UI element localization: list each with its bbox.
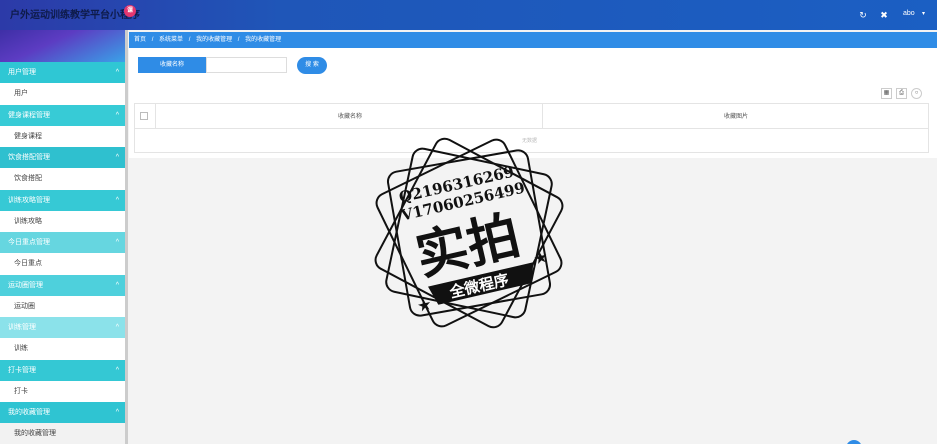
breadcrumb-current: 我的收藏管理 — [245, 37, 282, 43]
sidebar-group[interactable]: 健身课程管理 ^ — [0, 104, 125, 126]
breadcrumb-system-menu[interactable]: 系统菜单 — [159, 37, 183, 43]
fullscreen-icon[interactable]: ✖ — [879, 10, 889, 20]
chevron-up-icon: ^ — [115, 111, 119, 119]
breadcrumb-home[interactable]: 首页 — [134, 37, 146, 43]
user-menu[interactable]: abo — [903, 10, 915, 17]
sidebar-item[interactable]: 打卡 — [0, 380, 125, 402]
sidebar-group-label: 我的收藏管理 — [8, 409, 50, 416]
watermark-stamp: Q2196316269 V17060256499 实拍 全微程序 ★ ★ — [374, 137, 564, 329]
print-icon[interactable]: ⎙ — [896, 88, 907, 99]
breadcrumb-favorites-manage[interactable]: 我的收藏管理 — [196, 37, 232, 43]
columns-icon[interactable]: ▦ — [881, 88, 892, 99]
chevron-down-icon[interactable]: ▾ — [922, 10, 925, 17]
sidebar-group[interactable]: 运动圈管理 ^ — [0, 274, 125, 296]
app-title: 户外运动训练教学平台小程序 — [10, 10, 140, 21]
sidebar-group-label: 训练攻略管理 — [8, 196, 50, 204]
chevron-up-icon: ^ — [115, 324, 119, 331]
search-label: 收藏名称 — [138, 57, 206, 73]
select-all-checkbox[interactable] — [140, 112, 148, 120]
sidebar-group[interactable]: 训练管理 ^ — [0, 317, 125, 338]
column-header-name[interactable]: 收藏名称 — [338, 111, 362, 120]
sidebar-group-label: 打卡管理 — [8, 366, 36, 374]
sidebar-group[interactable]: 训练攻略管理 ^ — [0, 189, 125, 211]
breadcrumb-sep: / — [237, 37, 240, 43]
breadcrumb-sep: / — [151, 37, 154, 43]
sidebar-item[interactable]: 训练 — [0, 338, 125, 359]
sidebar-group-label: 健身课程管理 — [8, 111, 50, 119]
sidebar-group[interactable]: 饮食搭配管理 ^ — [0, 147, 125, 168]
chevron-up-icon: ^ — [115, 196, 119, 204]
export-icon[interactable]: ○ — [911, 88, 922, 99]
sidebar-group-label: 今日重点管理 — [8, 239, 50, 246]
top-header — [0, 0, 937, 30]
sidebar-group-label: 训练管理 — [8, 324, 36, 331]
sidebar-group-label: 用户管理 — [8, 69, 36, 76]
chevron-up-icon: ^ — [115, 69, 119, 76]
sidebar-item[interactable]: 饮食搭配 — [0, 168, 125, 189]
sidebar-item[interactable]: 健身课程 — [0, 125, 125, 147]
table-header — [134, 103, 929, 129]
search-input[interactable] — [206, 57, 287, 73]
sidebar-group[interactable]: 打卡管理 ^ — [0, 359, 125, 381]
sidebar-banner — [0, 30, 125, 62]
sidebar-item[interactable]: 我的收藏管理 — [0, 423, 125, 444]
sidebar-item[interactable]: 用户 — [0, 83, 125, 104]
chevron-up-icon: ^ — [115, 239, 119, 246]
refresh-icon[interactable]: ↻ — [858, 10, 868, 20]
sidebar-group[interactable]: 我的收藏管理 ^ — [0, 402, 125, 423]
sidebar-group-label: 饮食搭配管理 — [8, 154, 50, 161]
sidebar-group[interactable]: 用户管理 ^ — [0, 62, 125, 83]
sidebar-item[interactable]: 今日重点 — [0, 253, 125, 274]
sidebar-group[interactable]: 今日重点管理 ^ — [0, 232, 125, 253]
chevron-up-icon: ^ — [115, 366, 119, 374]
sidebar-group-label: 运动圈管理 — [8, 281, 43, 289]
floating-help-button[interactable] — [846, 440, 862, 444]
chevron-up-icon: ^ — [115, 409, 119, 416]
chevron-up-icon: ^ — [115, 154, 119, 161]
breadcrumb-sep: / — [188, 37, 191, 43]
breadcrumb: 首页 / 系统菜单 / 我的收藏管理 / 我的收藏管理 — [129, 32, 937, 48]
column-divider — [542, 103, 543, 129]
sidebar-item[interactable]: 训练攻略 — [0, 210, 125, 232]
title-badge: 课 — [124, 5, 136, 17]
star-icon: ★ — [533, 249, 549, 268]
column-header-image[interactable]: 收藏图片 — [724, 111, 748, 120]
chevron-up-icon: ^ — [115, 281, 119, 289]
sidebar-scrollbar[interactable] — [125, 30, 128, 444]
sidebar-item[interactable]: 运动圈 — [0, 295, 125, 317]
column-divider — [155, 103, 156, 129]
search-button[interactable]: 搜 索 — [297, 57, 327, 74]
